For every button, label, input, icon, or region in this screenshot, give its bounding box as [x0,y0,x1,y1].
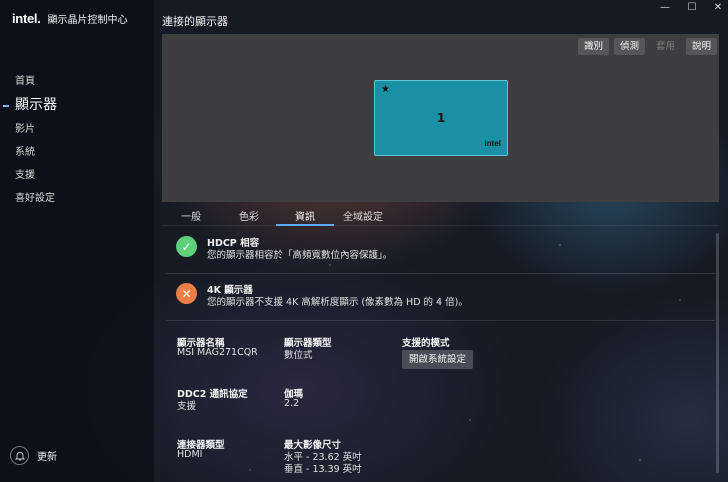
status-description: 您的顯示器相容於「高頻寬數位內容保護」。 [207,250,393,261]
tab-info[interactable]: 資訊 [295,208,315,223]
hdcp-status-row: ✓ HDCP 相容 您的顯示器相容於「高頻寬數位內容保護」。 [166,230,715,274]
ddc2-value: 支援 [177,401,197,412]
maximize-button[interactable]: ☐ [685,2,699,13]
primary-star-icon: ★ [381,84,390,95]
help-button[interactable]: 說明 [685,38,717,55]
monitor-intel-logo: intel [484,139,501,148]
sidebar-item-label: 喜好設定 [15,193,55,204]
display-name-value: MSI MAG271CQR [177,347,258,358]
sidebar-item-label: 影片 [15,124,35,135]
tab-color[interactable]: 色彩 [239,208,259,223]
sidebar-item-support[interactable]: 支援 [0,164,154,187]
arrangement-toolbar: 識別 偵測 套用 說明 [577,38,717,55]
sidebar-nav: 首頁 顯示器 影片 系統 支援 喜好設定 [0,70,154,210]
sidebar-item-label: 首頁 [15,76,35,87]
sidebar-item-label: 系統 [15,147,35,158]
brand: intel. 顯示晶片控制中心 [12,11,128,26]
page-title: 連接的顯示器 [162,15,228,28]
sidebar-item-system[interactable]: 系統 [0,141,154,164]
4k-status-row: ✕ 4K 顯示器 您的顯示器不支援 4K 高解析度顯示 (像素數為 HD 的 4… [166,277,715,321]
content-scrollbar[interactable] [716,233,719,473]
max-image-size-vertical: 垂直 - 13.39 英吋 [284,464,362,475]
display-tabs: 一般 色彩 資訊 全域設定 [162,206,719,226]
identify-button[interactable]: 識別 [577,38,609,55]
monitor-tile[interactable]: ★ 1 intel [374,80,508,156]
update-label: 更新 [37,452,57,463]
active-tab-indicator [276,224,334,226]
status-description: 您的顯示器不支援 4K 高解析度顯示 (像素數為 HD 的 4 倍)。 [207,297,468,308]
sidebar-item-label: 支援 [15,170,35,181]
close-button[interactable]: ✕ [711,2,725,13]
connector-type-value: HDMI [177,449,203,460]
app-title: 顯示晶片控制中心 [47,15,128,26]
detect-button[interactable]: 偵測 [613,38,645,55]
sidebar-item-label: 顯示器 [15,97,57,113]
supported-modes-label: 支援的模式 [402,338,450,349]
update-button[interactable]: 更新 [10,446,57,465]
sidebar-item-home[interactable]: 首頁 [0,70,154,93]
tab-general[interactable]: 一般 [181,208,201,223]
monitor-number: 1 [436,111,446,125]
gamma-value: 2.2 [284,398,300,409]
sidebar-item-display[interactable]: 顯示器 [0,93,154,118]
open-system-settings-button[interactable]: 開啟系統設定 [402,350,474,369]
display-arrangement-panel: 識別 偵測 套用 說明 ★ 1 intel [162,34,719,202]
cross-icon: ✕ [176,283,197,304]
active-indicator [3,105,9,107]
tab-global-settings[interactable]: 全域設定 [343,208,383,223]
intel-logo: intel. [12,11,41,26]
display-type-value: 數位式 [284,350,313,361]
sidebar-item-preferences[interactable]: 喜好設定 [0,187,154,210]
sidebar: intel. 顯示晶片控制中心 首頁 顯示器 影片 系統 支援 喜好設定 更新 [0,0,154,482]
minimize-button[interactable]: — [658,2,672,13]
check-icon: ✓ [176,236,197,257]
sidebar-item-video[interactable]: 影片 [0,118,154,141]
apply-button[interactable]: 套用 [650,38,681,55]
bell-icon [10,446,29,465]
